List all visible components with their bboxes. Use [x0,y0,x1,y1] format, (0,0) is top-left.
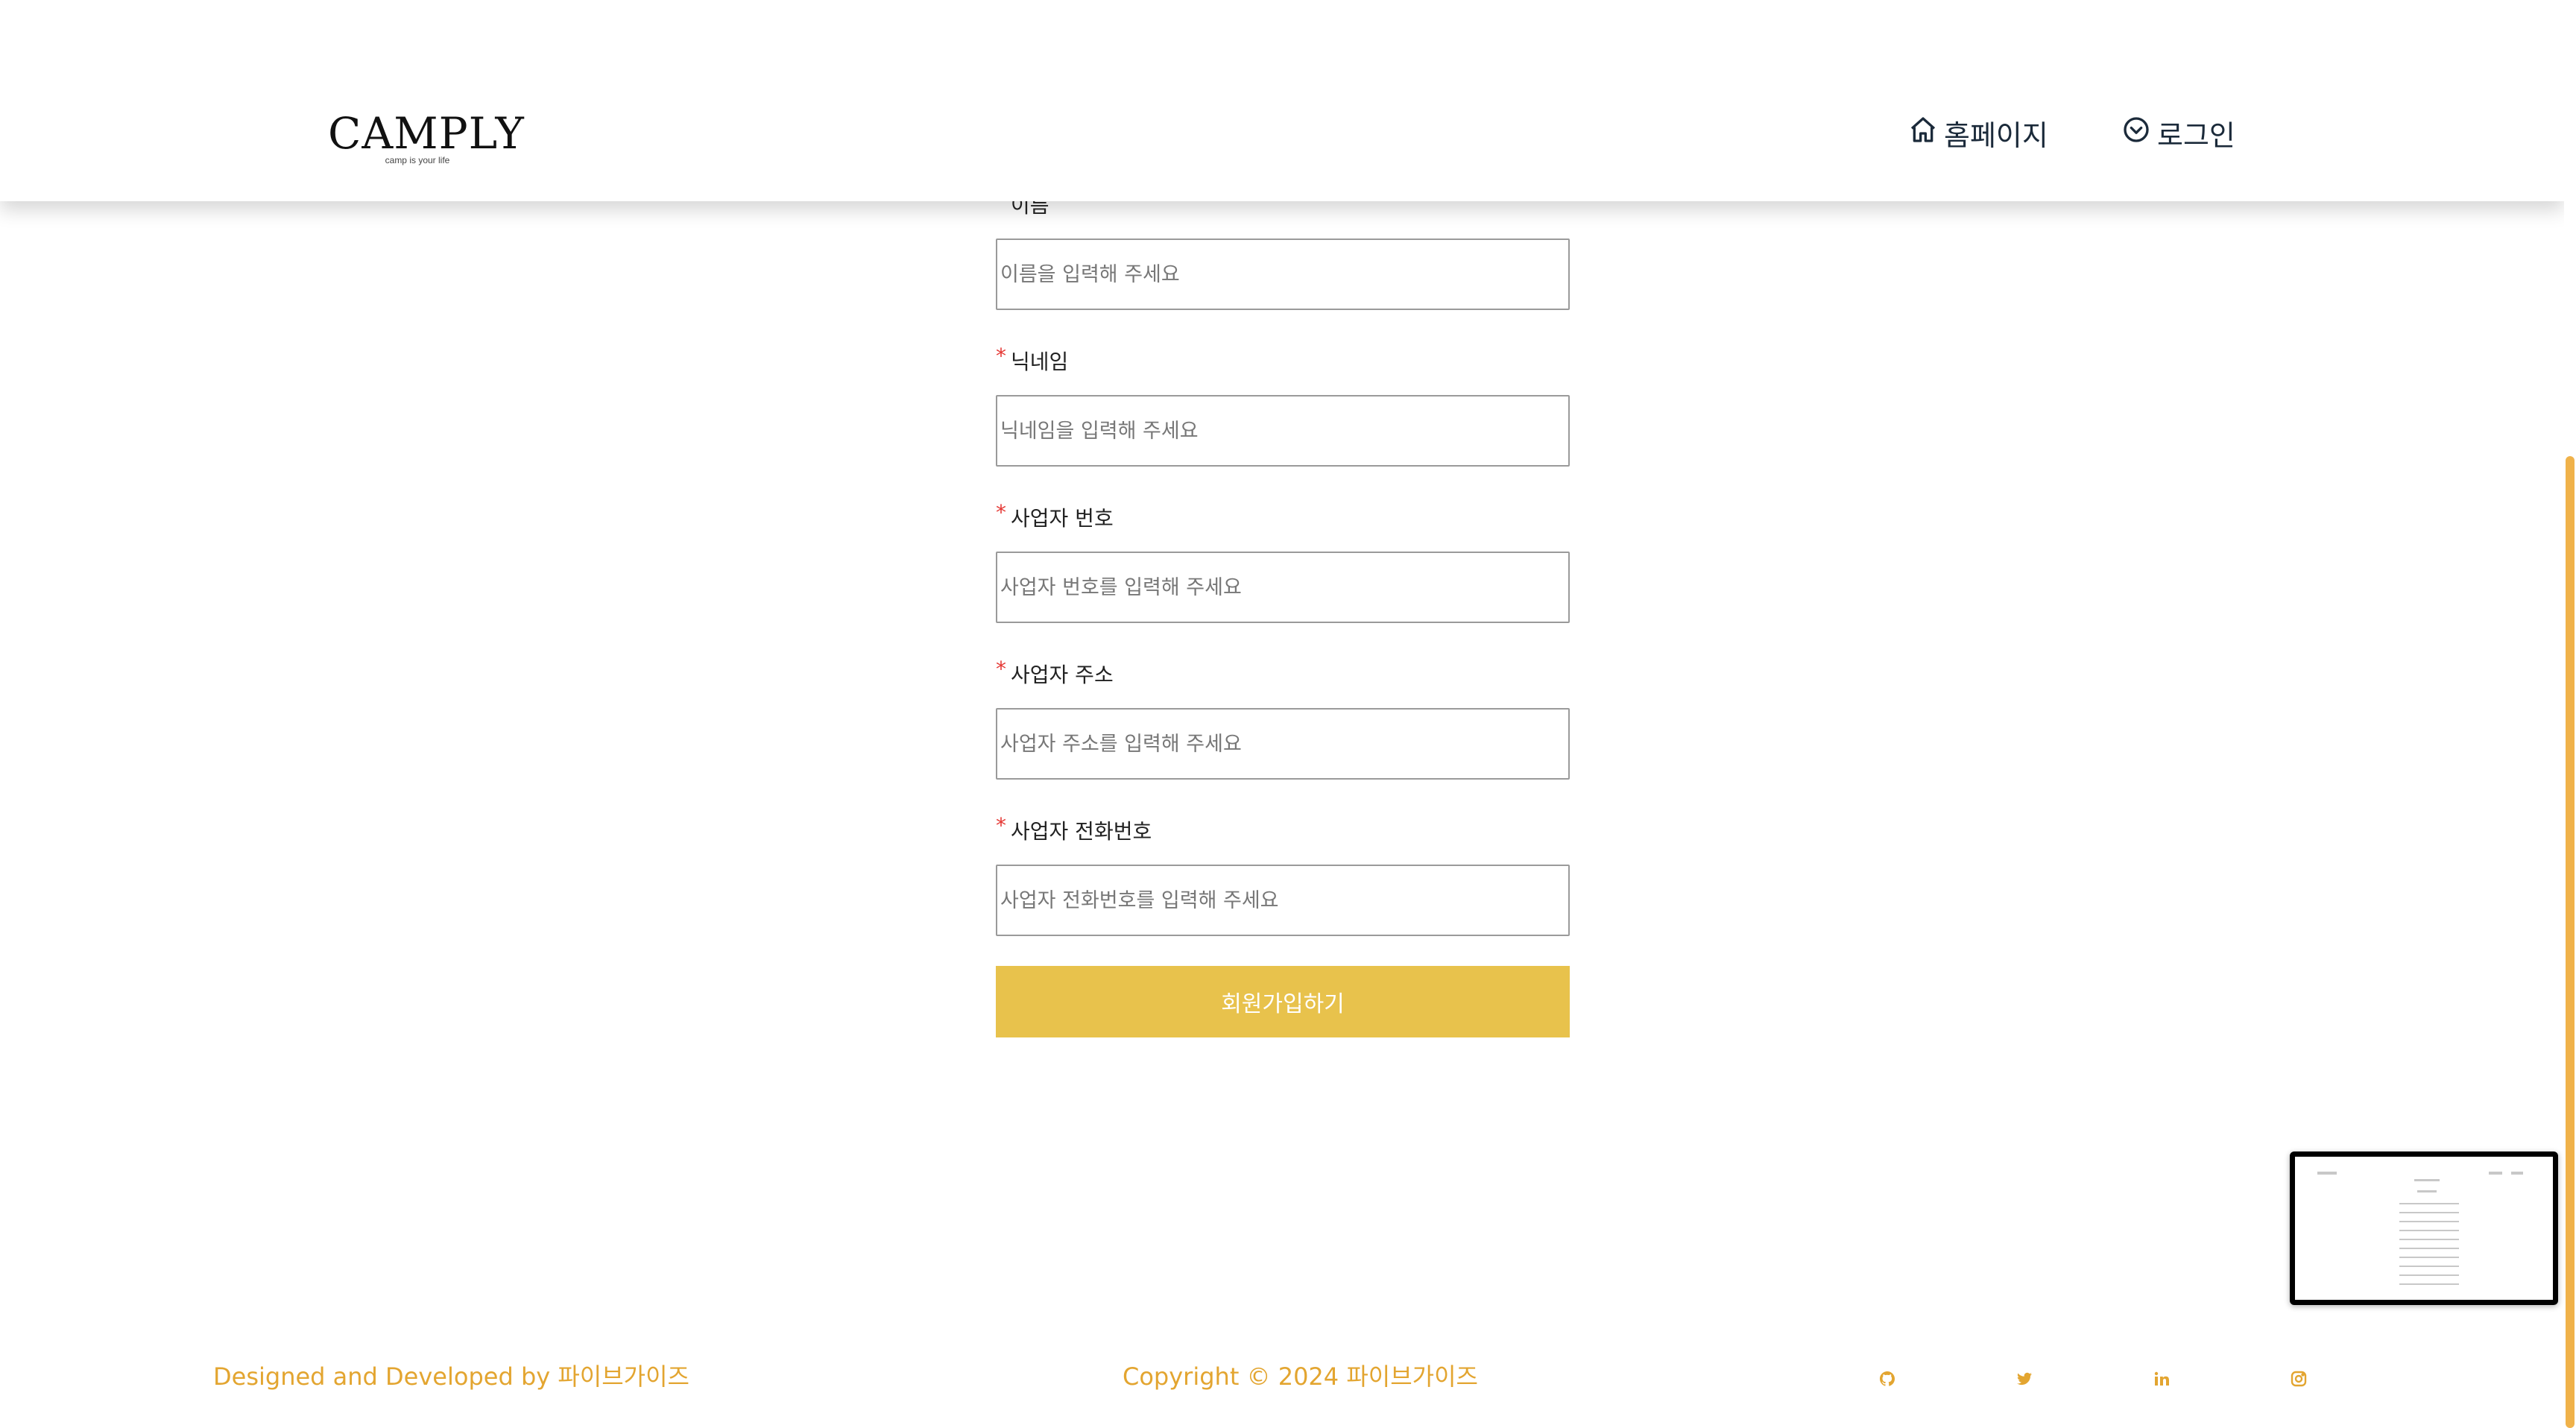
required-mark: * [996,813,1006,838]
chevron-circle-down-icon [2121,115,2157,151]
preview-line [2399,1212,2459,1213]
twitter-icon[interactable] [2015,1370,2033,1388]
preview-line [2414,1179,2440,1181]
preview-line [2399,1239,2459,1240]
preview-nav [2511,1172,2523,1175]
nav-login-link[interactable]: 로그인 [2121,112,2235,154]
business-number-label: * 사업자 번호 [996,500,1114,531]
nav-home-link[interactable]: 홈페이지 [1908,112,2048,154]
business-number-input[interactable] [996,552,1570,623]
scrollbar-thumb[interactable] [2566,456,2575,1428]
nav-home-label: 홈페이지 [1944,119,2048,152]
name-input[interactable] [996,238,1570,310]
required-mark: * [996,657,1006,681]
home-icon [1908,115,1944,151]
business-address-label: * 사업자 주소 [996,657,1114,687]
logo[interactable]: CAMPLY camp is your life [328,108,525,165]
business-phone-input[interactable] [996,865,1570,936]
business-phone-label: * 사업자 전화번호 [996,813,1152,844]
page-preview-thumbnail[interactable] [2290,1151,2558,1305]
preview-line [2399,1283,2459,1285]
nav-login-label: 로그인 [2157,119,2235,152]
business-address-input[interactable] [996,708,1570,780]
preview-line [2399,1230,2459,1231]
preview-line [2399,1221,2459,1222]
footer-copyright: Copyright © 2024 파이브가이즈 [1123,1362,1478,1391]
signup-submit-button[interactable]: 회원가입하기 [996,966,1570,1037]
linkedin-icon[interactable] [2153,1370,2171,1388]
preview-line [2399,1274,2459,1276]
required-mark: * [996,500,1006,525]
logo-text: CAMPLY [328,108,525,159]
preview-logo [2317,1172,2337,1175]
preview-line [2417,1190,2437,1192]
instagram-icon[interactable] [2290,1370,2308,1388]
nickname-label: * 닉네임 [996,344,1069,374]
site-header: CAMPLY camp is your life 홈페이지 로그인 [0,0,2564,201]
github-icon[interactable] [1878,1370,1896,1388]
preview-line [2399,1203,2459,1204]
preview-line [2399,1248,2459,1249]
preview-nav [2489,1172,2502,1175]
preview-line [2399,1266,2459,1267]
footer-credit: Designed and Developed by 파이브가이즈 [213,1362,689,1391]
required-mark: * [996,344,1006,368]
nickname-input[interactable] [996,395,1570,467]
preview-line [2399,1257,2459,1258]
